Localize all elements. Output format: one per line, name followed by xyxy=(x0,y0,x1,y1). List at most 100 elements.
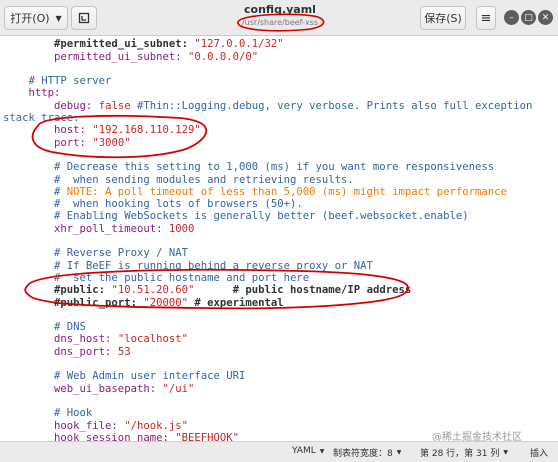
code-token: "3000" xyxy=(92,136,131,149)
code-token: dns_port: xyxy=(54,345,118,358)
language-selector[interactable]: YAML ▼ xyxy=(292,446,324,456)
maximize-button[interactable]: □ xyxy=(521,10,536,25)
code-token: false xyxy=(98,99,137,112)
code-token: host: xyxy=(54,124,93,137)
code-token: permitted_ui_subnet: xyxy=(54,50,188,63)
code-line[interactable]: stack trace. xyxy=(3,112,532,124)
code-token: "127.0.0.1/32" xyxy=(194,38,284,51)
code-line[interactable]: # DNS xyxy=(3,321,532,333)
cursor-position[interactable]: 第 28 行，第 31 列 ▼ xyxy=(420,446,508,459)
code-line[interactable]: xhr_poll_timeout: 1000 xyxy=(3,223,532,235)
code-token: "10.51.20.60" xyxy=(111,284,195,297)
code-line[interactable]: #public_port: "20000" # experimental xyxy=(3,297,532,309)
code-line[interactable]: dns_host: "localhost" xyxy=(3,333,532,345)
code-line[interactable] xyxy=(3,235,532,247)
code-line[interactable]: # set the public hostname and port here xyxy=(3,272,532,284)
code-line[interactable]: # when sending modules and retrieving re… xyxy=(3,174,532,186)
code-token: "BEEFHOOK" xyxy=(175,431,239,441)
code-token: # If BeEF is running behind a reverse pr… xyxy=(54,259,373,272)
code-line[interactable] xyxy=(3,149,532,161)
code-token: # HTTP server xyxy=(28,75,112,88)
code-line[interactable]: dns_port: 53 xyxy=(3,346,532,358)
code-line[interactable] xyxy=(3,395,532,407)
insert-mode: 插入 xyxy=(530,449,549,459)
code-line[interactable]: # Enabling WebSockets is generally bette… xyxy=(3,210,532,222)
code-token: http: xyxy=(28,87,61,100)
text-editor[interactable]: # subnet of IP addresses that can connec… xyxy=(0,36,558,441)
tab-width-label: 制表符宽度：8 xyxy=(333,449,393,459)
open-button-label: 打开(O) xyxy=(10,12,50,25)
code-token: "localhost" xyxy=(117,333,188,346)
code-line[interactable]: # If BeEF is running behind a reverse pr… xyxy=(3,260,532,272)
code-token: # Web Admin user interface URI xyxy=(54,370,246,383)
code-line[interactable]: #permitted_ui_subnet: "127.0.0.1/32" xyxy=(3,38,532,50)
code-line[interactable]: # HTTP server xyxy=(3,75,532,87)
code-line[interactable]: # Hook xyxy=(3,407,532,419)
code-token: stack trace. xyxy=(3,112,80,125)
code-line[interactable]: permitted_ui_subnet: "0.0.0.0/0" xyxy=(3,51,532,63)
code-line[interactable]: # Reverse Proxy / NAT xyxy=(3,247,532,259)
code-token: dns_host: xyxy=(54,333,118,346)
code-token: #Thin::Logging.debug, very verbose. Prin… xyxy=(136,99,533,112)
minimize-button[interactable]: – xyxy=(504,10,519,25)
code-token: # Reverse Proxy / NAT xyxy=(54,247,188,260)
code-token: # Enabling WebSockets is generally bette… xyxy=(54,210,469,223)
code-line[interactable] xyxy=(3,358,532,370)
code-line[interactable] xyxy=(3,63,532,75)
code-token: # experimental xyxy=(187,296,284,309)
code-token: #permitted_ui_subnet: xyxy=(54,38,195,51)
code-line[interactable]: web_ui_basepath: "/ui" xyxy=(3,383,532,395)
code-content[interactable]: # subnet of IP addresses that can connec… xyxy=(3,36,532,441)
code-line[interactable]: # Web Admin user interface URI xyxy=(3,370,532,382)
hamburger-menu-button[interactable]: ≡ xyxy=(476,6,496,30)
chevron-down-icon: ▼ xyxy=(396,449,402,456)
close-button[interactable]: ✕ xyxy=(538,10,553,25)
code-token: "0.0.0.0/0" xyxy=(187,50,259,63)
code-line[interactable] xyxy=(3,309,532,321)
code-line[interactable]: #public: "10.51.20.60" # public hostname… xyxy=(3,284,532,296)
code-line[interactable]: # NOTE: A poll timeout of less than 5,00… xyxy=(3,186,532,198)
code-token: hook_session_name: xyxy=(54,431,176,441)
code-line[interactable]: host: "192.168.110.129" xyxy=(3,124,532,136)
code-token: A poll timeout of less than 5,000 (ms) m… xyxy=(98,185,507,198)
new-document-button[interactable] xyxy=(71,6,97,30)
code-token: # DNS xyxy=(54,321,86,334)
code-line[interactable]: http: xyxy=(3,87,532,99)
tab-width-selector[interactable]: 制表符宽度：8 ▼ xyxy=(333,446,401,459)
save-button[interactable]: 保存(S) xyxy=(420,6,466,30)
cursor-position-label: 第 28 行，第 31 列 xyxy=(420,449,500,459)
window-subtitle: /usr/share/beef-xss xyxy=(241,18,319,27)
code-token: 1000 xyxy=(168,222,195,235)
code-line[interactable]: port: "3000" xyxy=(3,137,532,149)
code-token: "/ui" xyxy=(162,382,195,395)
code-line[interactable]: debug: false #Thin::Logging.debug, very … xyxy=(3,100,532,112)
close-icon: ✕ xyxy=(541,12,550,23)
code-line[interactable]: # when hooking lots of browsers (50+). xyxy=(3,198,532,210)
code-token: 53 xyxy=(117,345,131,358)
open-button[interactable]: 打开(O) ▼ xyxy=(4,6,68,30)
code-token: xhr_poll_timeout: xyxy=(54,222,169,235)
maximize-icon: □ xyxy=(524,12,533,23)
code-token: hook_file: xyxy=(54,419,125,432)
code-token: # when hooking lots of browsers (50+). xyxy=(54,198,303,211)
window-title-area: config.yaml /usr/share/beef-xss xyxy=(180,3,380,28)
code-line[interactable]: # Decrease this setting to 1,000 (ms) if… xyxy=(3,161,532,173)
code-token: #public: xyxy=(54,284,112,297)
chevron-down-icon: ▼ xyxy=(503,449,508,456)
code-token: NOTE: xyxy=(66,185,99,198)
chevron-down-icon: ▼ xyxy=(319,447,325,455)
